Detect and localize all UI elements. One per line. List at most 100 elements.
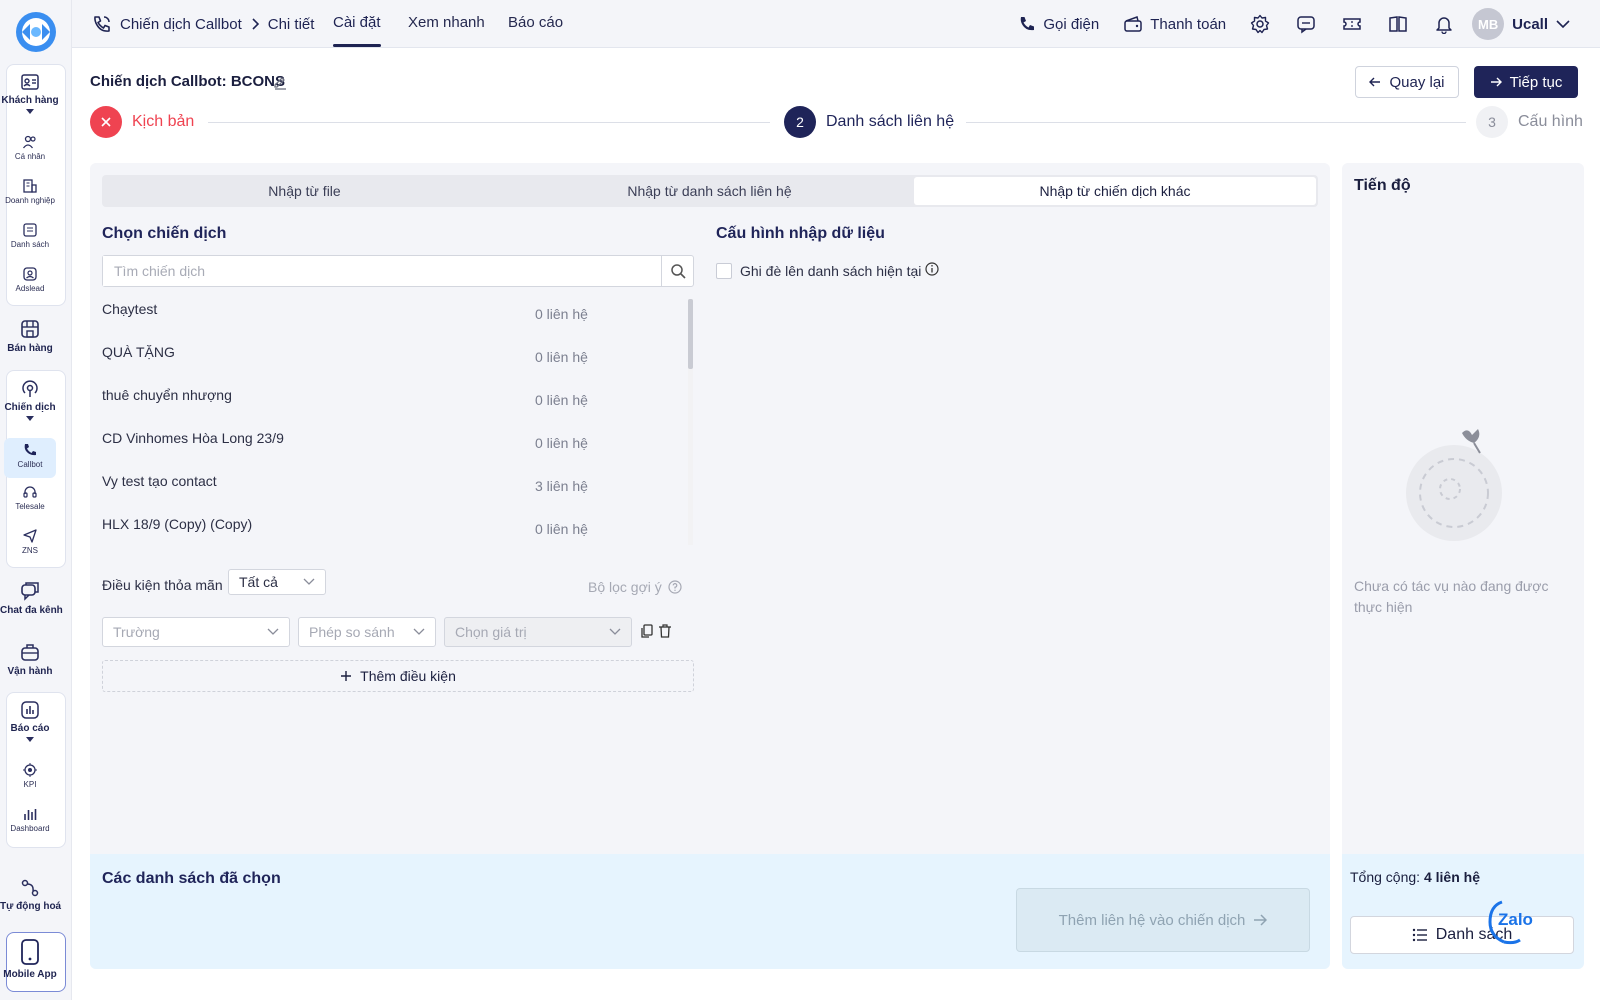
step-config[interactable]: 3 Cấu hình xyxy=(1476,106,1583,138)
search-button[interactable] xyxy=(661,256,693,286)
tab-import-other-campaign[interactable]: Nhập từ chiến dịch khác xyxy=(914,177,1316,205)
match-mode-select[interactable]: Tất cả xyxy=(228,569,326,595)
import-source-tabs: Nhập từ file Nhập từ danh sách liên hệ N… xyxy=(102,175,1318,207)
zalo-label: Zalo xyxy=(1498,910,1533,929)
nav-adslead-label: Adslead xyxy=(15,284,45,293)
step-number: 2 xyxy=(784,106,816,138)
operator-placeholder: Phép so sánh xyxy=(309,624,395,640)
phone-call-icon xyxy=(94,16,110,32)
campaign-search-input[interactable] xyxy=(103,256,658,286)
sidebar: Khách hàng Cá nhân Doanh nghiệp Danh sác… xyxy=(0,0,72,1000)
nav-telesale[interactable]: Telesale xyxy=(0,484,60,511)
help-circle-icon xyxy=(668,580,682,594)
list-icon xyxy=(1412,928,1427,942)
ticket-icon[interactable] xyxy=(1342,14,1362,34)
briefcase-icon xyxy=(21,644,39,661)
arrow-right-icon xyxy=(1254,914,1268,926)
overwrite-option[interactable]: Ghi đè lên danh sách hiện tại xyxy=(716,262,939,279)
import-panel: Nhập từ file Nhập từ danh sách liên hệ N… xyxy=(90,163,1330,969)
headset-icon xyxy=(23,486,37,498)
list-item[interactable]: QUÀ TẶNG 0 liên hệ xyxy=(102,340,682,384)
avatar[interactable]: MB xyxy=(1472,8,1505,40)
nav-business[interactable]: Doanh nghiệp xyxy=(0,178,60,205)
tab-settings[interactable]: Cài đặt xyxy=(333,14,381,31)
list-item[interactable]: Vy test tạo contact 3 liên hệ xyxy=(102,469,682,513)
contact-card-icon xyxy=(21,74,39,90)
step-config-label: Cấu hình xyxy=(1518,113,1583,130)
nav-dashboard-label: Dashboard xyxy=(10,824,50,833)
breadcrumb-detail[interactable]: Chi tiết xyxy=(268,16,315,33)
nav-zns[interactable]: ZNS xyxy=(0,528,60,555)
back-label: Quay lại xyxy=(1389,73,1445,91)
arrow-left-icon xyxy=(1369,77,1381,87)
nav-sales[interactable]: Bán hàng xyxy=(0,318,60,354)
bell-icon[interactable] xyxy=(1434,14,1454,34)
overwrite-checkbox[interactable] xyxy=(716,263,732,279)
ucall-logo[interactable] xyxy=(14,10,58,54)
chevron-down-icon[interactable] xyxy=(1556,19,1570,29)
operator-select[interactable]: Phép so sánh xyxy=(298,617,436,647)
nav-individual-label: Cá nhân xyxy=(14,152,46,161)
add-condition-button[interactable]: Thêm điều kiện xyxy=(102,660,694,692)
list-item[interactable]: CD Vinhomes Hòa Long 23/9 0 liên hệ xyxy=(102,426,682,470)
list-item[interactable]: thuê chuyển nhượng 0 liên hệ xyxy=(102,383,682,427)
tab-reports[interactable]: Báo cáo xyxy=(508,14,563,31)
gear-icon[interactable] xyxy=(1250,14,1270,34)
call-label: Gọi điện xyxy=(1043,15,1100,33)
nav-callbot[interactable]: Callbot xyxy=(4,438,56,478)
target-icon xyxy=(23,763,37,777)
topbar: Chiến dịch Callbot Chi tiết Cài đặt Xem … xyxy=(72,0,1600,48)
nav-chat[interactable]: Chat đa kênh xyxy=(0,580,63,616)
bar-chart-icon xyxy=(21,701,39,719)
tab-quick-view[interactable]: Xem nhanh xyxy=(408,14,485,31)
add-contacts-to-campaign-button[interactable]: Thêm liên hệ vào chiến dịch xyxy=(1016,888,1310,952)
import-config-title: Cấu hình nhập dữ liệu xyxy=(716,225,885,242)
zalo-chat-widget[interactable]: Zalo xyxy=(1488,898,1542,946)
flow-icon xyxy=(21,879,39,897)
nav-campaigns[interactable]: Chiến dịch xyxy=(0,379,60,421)
nav-lists[interactable]: Danh sách xyxy=(0,222,60,249)
nav-reports[interactable]: Báo cáo xyxy=(0,700,60,742)
step-script[interactable]: Kịch bản xyxy=(90,106,194,138)
nav-automation[interactable]: Tự động hoá xyxy=(0,878,61,912)
value-select[interactable]: Chọn giá trị xyxy=(444,617,632,647)
suggested-filter[interactable]: Bộ lọc gợi ý xyxy=(588,579,682,595)
value-placeholder: Chọn giá trị xyxy=(455,624,527,640)
chat-icon xyxy=(21,582,39,601)
storefront-icon xyxy=(21,320,39,338)
payment-button[interactable]: Thanh toán xyxy=(1123,15,1226,33)
copy-icon[interactable] xyxy=(640,624,654,638)
step-connector xyxy=(966,122,1466,123)
book-icon[interactable] xyxy=(1388,14,1408,34)
page-title: Chiến dịch Callbot: BCONS xyxy=(90,73,285,90)
nav-individual[interactable]: Cá nhân xyxy=(0,134,60,161)
pencil-icon[interactable] xyxy=(272,74,288,90)
nav-adslead[interactable]: Adslead xyxy=(0,266,60,293)
nav-kpi[interactable]: KPI xyxy=(0,762,60,789)
list-item[interactable]: HLX 18/9 (Copy) (Copy) 0 liên hệ xyxy=(102,512,682,547)
list-item[interactable]: Chạytest 0 liên hệ xyxy=(102,297,682,341)
list-box-icon xyxy=(23,223,37,237)
import-content: Chọn chiến dịch Chạytest 0 liên hệ QUÀ T… xyxy=(102,209,1318,869)
campaign-list: Chạytest 0 liên hệ QUÀ TẶNG 0 liên hệ th… xyxy=(102,297,694,547)
nav-dashboard[interactable]: Dashboard xyxy=(0,806,60,833)
nav-operations[interactable]: Vận hành xyxy=(0,641,60,677)
field-select[interactable]: Trường xyxy=(102,617,290,647)
nav-mobile-app[interactable]: Mobile App xyxy=(0,938,60,980)
call-button[interactable]: Gọi điện xyxy=(1018,15,1099,33)
step-contact-list[interactable]: 2 Danh sách liên hệ xyxy=(784,106,954,138)
campaign-count: 0 liên hệ xyxy=(535,306,588,322)
user-name[interactable]: Ucall xyxy=(1512,16,1548,33)
tab-import-file[interactable]: Nhập từ file xyxy=(104,177,505,205)
tab-import-contact-list[interactable]: Nhập từ danh sách liên hệ xyxy=(509,177,910,205)
nav-customers[interactable]: Khách hàng xyxy=(0,72,60,114)
nav-sales-label: Bán hàng xyxy=(7,343,53,354)
scrollbar-thumb[interactable] xyxy=(688,299,693,369)
trash-icon[interactable] xyxy=(658,624,672,638)
info-icon[interactable] xyxy=(925,262,939,276)
next-button[interactable]: Tiếp tục xyxy=(1474,66,1578,98)
back-button[interactable]: Quay lại xyxy=(1355,66,1459,98)
message-icon[interactable] xyxy=(1296,14,1316,34)
step-script-label: Kịch bản xyxy=(132,113,195,130)
breadcrumb-campaign[interactable]: Chiến dịch Callbot xyxy=(120,16,242,33)
